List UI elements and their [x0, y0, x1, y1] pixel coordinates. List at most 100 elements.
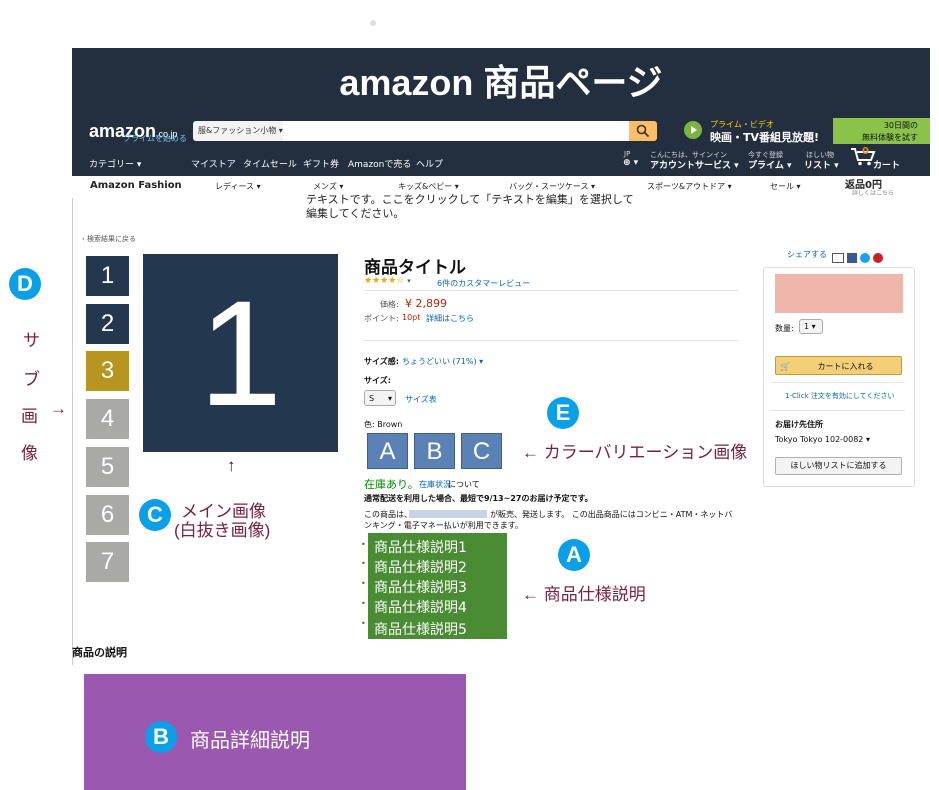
sub-image-label-2: ブ — [23, 370, 40, 389]
thumbnail-5[interactable]: 5 — [86, 447, 129, 487]
spec-annotation-label: ← 商品仕様説明 — [522, 585, 646, 604]
facebook-icon[interactable] — [847, 253, 857, 263]
divider — [364, 290, 738, 291]
reviews-link[interactable]: 6件のカスタマーレビュー — [437, 278, 530, 289]
search-icon — [636, 124, 650, 138]
annotation-badge-d: D — [9, 268, 41, 300]
page-title: amazon 商品ページ — [339, 62, 663, 103]
category-menu[interactable]: カテゴリー ▾ — [89, 157, 141, 170]
one-click-link[interactable]: 1-Click 注文を有効にしてください — [785, 391, 894, 401]
spec-item-4: 商品仕様説明4 — [374, 600, 467, 616]
free-trial-button[interactable]: 30日間の 無料体験を試す — [833, 118, 930, 144]
seller-name-redacted — [409, 510, 487, 518]
size-fit-link[interactable]: ちょうどいい (71%) ▾ — [402, 356, 483, 367]
stock-suffix: について — [448, 480, 480, 489]
bullet: • — [361, 540, 366, 549]
bullet: • — [361, 599, 366, 608]
subnav-kids[interactable]: キッズ&ベビー ▾ — [398, 181, 459, 192]
divider — [771, 382, 905, 383]
sub-image-label-3: 画 — [21, 407, 38, 426]
spec-item-5: 商品仕様説明5 — [374, 622, 467, 638]
size-chart-link[interactable]: サイズ表 — [405, 394, 437, 405]
divider — [364, 340, 738, 341]
language-label[interactable]: JP — [624, 150, 630, 158]
color-label: 色: Brown — [364, 420, 403, 429]
points-detail-link[interactable]: 詳細はこちら — [426, 313, 474, 324]
stock-status: 在庫あり。 — [364, 478, 419, 491]
nav-timesale[interactable]: タイムセール — [243, 157, 297, 170]
nav-mystore[interactable]: マイストア — [191, 157, 236, 170]
subnav-sports[interactable]: スポーツ&アウトドア ▾ — [647, 181, 732, 192]
bullet: • — [361, 579, 366, 588]
fashion-brand[interactable]: Amazon Fashion — [90, 180, 182, 191]
color-option-c[interactable]: C — [461, 433, 502, 469]
pinterest-icon[interactable] — [873, 253, 883, 263]
size-label: サイズ: — [364, 376, 391, 385]
subnav-sale[interactable]: セール ▾ — [770, 181, 801, 192]
nav-giftcard[interactable]: ギフト券 — [303, 157, 339, 170]
ship-to-address[interactable]: Tokyo Tokyo 102-0082 ▾ — [775, 435, 870, 444]
twitter-icon[interactable] — [860, 253, 870, 263]
subnav-mens[interactable]: メンズ ▾ — [313, 181, 343, 192]
size-select[interactable]: S ▾ — [364, 390, 396, 406]
color-option-a[interactable]: A — [367, 433, 408, 469]
nav-help[interactable]: ヘルプ — [416, 157, 443, 170]
price-label: 価格: — [380, 300, 399, 309]
description-heading: 商品の説明 — [72, 646, 127, 659]
prime-start-link[interactable]: プライムを始める — [123, 133, 187, 144]
annotation-badge-e: E — [547, 397, 579, 429]
color-option-b[interactable]: B — [414, 433, 455, 469]
thumbnail-2[interactable]: 2 — [86, 304, 129, 344]
add-to-cart-button[interactable]: 🛒 カートに入れる — [775, 356, 902, 375]
thumbnail-6[interactable]: 6 — [86, 495, 129, 535]
add-to-wishlist-button[interactable]: ほしい物リストに追加する — [775, 457, 902, 475]
main-product-image[interactable]: 1 — [143, 254, 338, 452]
search-button[interactable] — [629, 121, 657, 141]
prime-menu[interactable]: プライム ▾ — [748, 158, 791, 171]
account-menu[interactable]: アカウントサービス ▾ — [650, 158, 739, 171]
price: ¥ 2,899 — [405, 297, 447, 310]
subnav-ladies[interactable]: レディース ▾ — [215, 181, 261, 192]
size-fit-label: サイズ感: — [364, 357, 399, 366]
sub-image-label-1: サ — [23, 331, 40, 350]
thumbnail-3[interactable]: 3 — [86, 351, 129, 391]
spec-item-3: 商品仕様説明3 — [374, 580, 467, 596]
placeholder-text[interactable]: テキストです。ここをクリックして「テキストを編集」を選択して編集してください。 — [306, 193, 636, 221]
quantity-label: 数量: — [775, 324, 794, 333]
points-value: 10pt — [402, 313, 421, 322]
subnav-bags[interactable]: バッグ・スーツケース ▾ — [509, 181, 595, 192]
seller-info-prefix: この商品は、 — [364, 510, 412, 519]
share-icons[interactable] — [832, 248, 883, 267]
nav-sell[interactable]: Amazonで売る — [348, 157, 411, 170]
amazon-header: amazon.co.jp プライムを始める 服&ファッション小物 ▾ プライム・… — [72, 116, 930, 176]
ship-to-label: お届け先住所 — [775, 420, 823, 429]
quantity-select[interactable]: 1 ▾ — [799, 319, 823, 334]
back-to-results[interactable]: ‹ 検索結果に戻る — [82, 234, 136, 244]
seller-info: が販売、発送します。 この出品商品にはコンビニ・ATM・ネットバ — [490, 510, 733, 519]
divider — [771, 410, 905, 411]
spec-list: 商品仕様説明1 商品仕様説明2 商品仕様説明3 商品仕様説明4 商品仕様説明5 — [368, 533, 507, 639]
wishlist-menu[interactable]: リスト ▾ — [804, 158, 839, 171]
sub-image-label-4: 像 — [21, 444, 38, 463]
category-select[interactable]: 服&ファッション小物 ▾ — [193, 121, 283, 141]
thumbnail-1[interactable]: 1 — [86, 256, 129, 296]
spec-item-1: 商品仕様説明1 — [374, 540, 467, 556]
returns-detail[interactable]: 詳しくはこちら — [852, 188, 894, 197]
star-rating[interactable]: ★★★★☆ ▾ — [364, 276, 411, 286]
thumbnail-4[interactable]: 4 — [86, 399, 129, 439]
prime-video-promo[interactable]: 映画・TV番組見放題! — [710, 129, 819, 145]
cart-count: 0 — [862, 146, 869, 157]
cart-label[interactable]: カート — [873, 158, 900, 171]
globe-icon[interactable]: ⊕ ▾ — [623, 158, 638, 168]
delivery-estimate: 通常配送を利用した場合、最短で9/13~27のお届け予定です。 — [364, 494, 593, 503]
search-input[interactable] — [283, 121, 629, 141]
play-icon[interactable] — [684, 121, 702, 139]
bullet: • — [361, 559, 366, 568]
mail-icon[interactable] — [832, 253, 844, 263]
cart-icon: 🛒 — [780, 362, 790, 371]
share-link[interactable]: シェアする — [787, 249, 827, 260]
detail-description-label: 商品詳細説明 — [190, 730, 310, 752]
thumbnail-7[interactable]: 7 — [86, 542, 129, 582]
stock-link[interactable]: 在庫状況 — [419, 479, 451, 490]
promo-placeholder — [775, 274, 903, 313]
